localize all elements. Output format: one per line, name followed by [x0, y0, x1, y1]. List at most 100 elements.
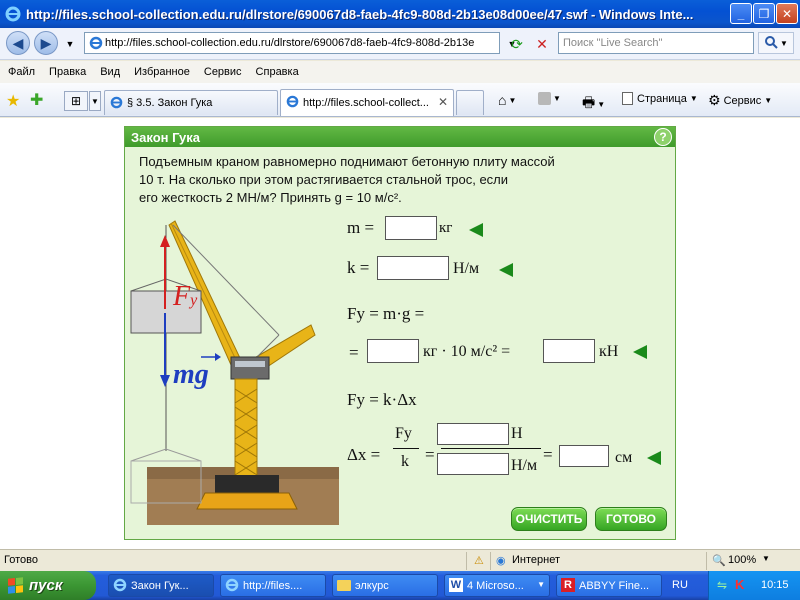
- rss-icon: [538, 92, 551, 105]
- fy-mass-input[interactable]: [367, 339, 419, 363]
- search-button[interactable]: ▼: [758, 32, 794, 54]
- address-input[interactable]: http://files.school-collection.edu.ru/dl…: [84, 32, 500, 54]
- tab-list-dropdown[interactable]: ▼: [89, 91, 101, 111]
- tab-swf-file[interactable]: http://files.school-collect... ✕: [280, 89, 454, 116]
- problem-line: Подъемным краном равномерно поднимают бе…: [139, 154, 555, 169]
- clock[interactable]: 10:15: [761, 579, 789, 591]
- menu-item-view[interactable]: Вид: [100, 66, 120, 78]
- menu-item-edit[interactable]: Правка: [49, 66, 86, 78]
- search-input[interactable]: Поиск "Live Search": [558, 32, 754, 54]
- taskbar-item-files[interactable]: http://files....: [220, 574, 326, 597]
- window-titlebar: http://files.school-collection.edu.ru/dl…: [0, 0, 800, 28]
- start-button[interactable]: пуск: [0, 571, 96, 600]
- home-button[interactable]: ⌂ ▼: [498, 92, 516, 108]
- clear-button[interactable]: ОЧИСТИТЬ: [511, 507, 587, 531]
- tab-ie-icon: [286, 95, 299, 111]
- ie-icon: [113, 578, 127, 595]
- fraction-numerator: Fy: [395, 425, 412, 442]
- menu-item-favorites[interactable]: Избранное: [134, 66, 190, 78]
- taskbar-item-folder[interactable]: элкурс: [332, 574, 438, 597]
- grid-icon: ⊞: [70, 94, 82, 108]
- page-menu[interactable]: Страница ▼: [622, 92, 698, 105]
- menu-item-help[interactable]: Справка: [256, 66, 299, 78]
- zoom-icon: 🔍: [712, 555, 726, 567]
- dx-result-input[interactable]: [559, 445, 609, 467]
- fy-result-input[interactable]: [543, 339, 595, 363]
- newton-unit: Н: [511, 425, 523, 442]
- chevron-down-icon: ▼: [780, 38, 788, 48]
- refresh-button[interactable]: ⟳: [507, 34, 527, 54]
- status-divider: [706, 552, 707, 570]
- security-zone: Интернет: [512, 554, 560, 566]
- window-title: http://files.school-collection.edu.ru/dl…: [26, 6, 694, 22]
- mass-check-arrow-icon[interactable]: [469, 223, 483, 237]
- quick-tabs-button[interactable]: ⊞: [64, 91, 88, 111]
- dx-check-arrow-icon[interactable]: [647, 451, 661, 465]
- globe-icon: ◉: [496, 555, 506, 567]
- print-button[interactable]: 🖶 ▼: [582, 92, 605, 116]
- add-favorite-icon[interactable]: ✚: [30, 90, 43, 110]
- mass-unit: кг: [439, 220, 453, 236]
- stiffness-check-arrow-icon[interactable]: [499, 263, 513, 277]
- history-dropdown[interactable]: ▼: [60, 34, 80, 54]
- dx-label: Δx =: [347, 445, 381, 464]
- dx-denominator-input[interactable]: [437, 453, 509, 475]
- cm-unit: см: [615, 449, 633, 466]
- search-placeholder: Поиск "Live Search": [563, 37, 663, 49]
- antivirus-icon[interactable]: K: [735, 577, 744, 592]
- protected-mode-icon: ⚠: [474, 555, 484, 567]
- close-button[interactable]: ✕: [776, 3, 798, 24]
- close-tab-icon[interactable]: ✕: [438, 95, 448, 109]
- stop-icon: ✕: [536, 35, 548, 52]
- zoom-dropdown-icon[interactable]: ▼: [762, 554, 770, 563]
- stiffness-input[interactable]: [377, 256, 449, 280]
- problem-line: 10 т. На сколько при этом растягивается …: [139, 172, 509, 187]
- mass-input[interactable]: [385, 216, 437, 240]
- taskbar-item-abbyy[interactable]: R ABBYY Fine...: [556, 574, 662, 597]
- printer-icon: 🖶: [582, 94, 596, 110]
- address-text: http://files.school-collection.edu.ru/dl…: [105, 37, 475, 49]
- taskbar-item-hooke[interactable]: Закон Гук...: [108, 574, 214, 597]
- refresh-icon: ⟳: [511, 35, 523, 52]
- stop-button[interactable]: ✕: [532, 34, 552, 54]
- taskbar-item-word[interactable]: W 4 Microso... ▼: [444, 574, 550, 597]
- chevron-down-icon: ▼: [65, 39, 75, 49]
- language-indicator[interactable]: RU: [672, 579, 688, 591]
- feeds-button[interactable]: ▼: [538, 92, 561, 105]
- tools-menu[interactable]: ⚙ Сервис ▼: [708, 92, 772, 109]
- tab-label: http://files.school-collect...: [303, 97, 429, 109]
- menu-item-file[interactable]: Файл: [8, 66, 35, 78]
- fy-check-arrow-icon[interactable]: [633, 345, 647, 359]
- tab-hooke-law[interactable]: § 3.5. Закон Гука: [104, 90, 278, 115]
- menu-item-tools[interactable]: Сервис: [204, 66, 242, 78]
- forward-button[interactable]: ▶: [34, 31, 58, 55]
- mass-label: m =: [347, 218, 375, 237]
- done-button[interactable]: ГОТОВО: [595, 507, 667, 531]
- taskbar: пуск Закон Гук... http://files.... элкур…: [0, 571, 800, 600]
- abbyy-icon: R: [561, 578, 575, 592]
- help-button[interactable]: ?: [654, 128, 672, 146]
- status-divider: [490, 552, 491, 570]
- equals-sign: =: [543, 445, 553, 464]
- new-tab-button[interactable]: [456, 90, 484, 115]
- folder-icon: [337, 578, 351, 594]
- ie-logo-icon: [4, 5, 22, 23]
- back-button[interactable]: ◀: [6, 31, 30, 55]
- gravity-force-label: mg: [173, 359, 209, 390]
- fraction-line: [393, 448, 419, 449]
- favorites-star-icon[interactable]: ★: [6, 91, 20, 111]
- page-icon: [622, 92, 633, 105]
- tab-bar: ★ ✚ ⊞ ▼ § 3.5. Закон Гука http://files.s…: [0, 83, 800, 117]
- home-icon: ⌂: [498, 92, 507, 108]
- crane-illustration: Fy mg: [129, 217, 343, 525]
- network-icon[interactable]: ⇋: [717, 578, 727, 592]
- zoom-level[interactable]: 100%: [728, 554, 756, 566]
- fraction-line: [441, 448, 541, 449]
- equals-sign: =: [425, 445, 435, 464]
- minimize-button[interactable]: _: [730, 3, 752, 24]
- maximize-button[interactable]: ❐: [753, 3, 775, 24]
- status-divider: [466, 552, 467, 570]
- status-text: Готово: [4, 554, 38, 566]
- dx-numerator-input[interactable]: [437, 423, 509, 445]
- ie-icon: [225, 578, 239, 595]
